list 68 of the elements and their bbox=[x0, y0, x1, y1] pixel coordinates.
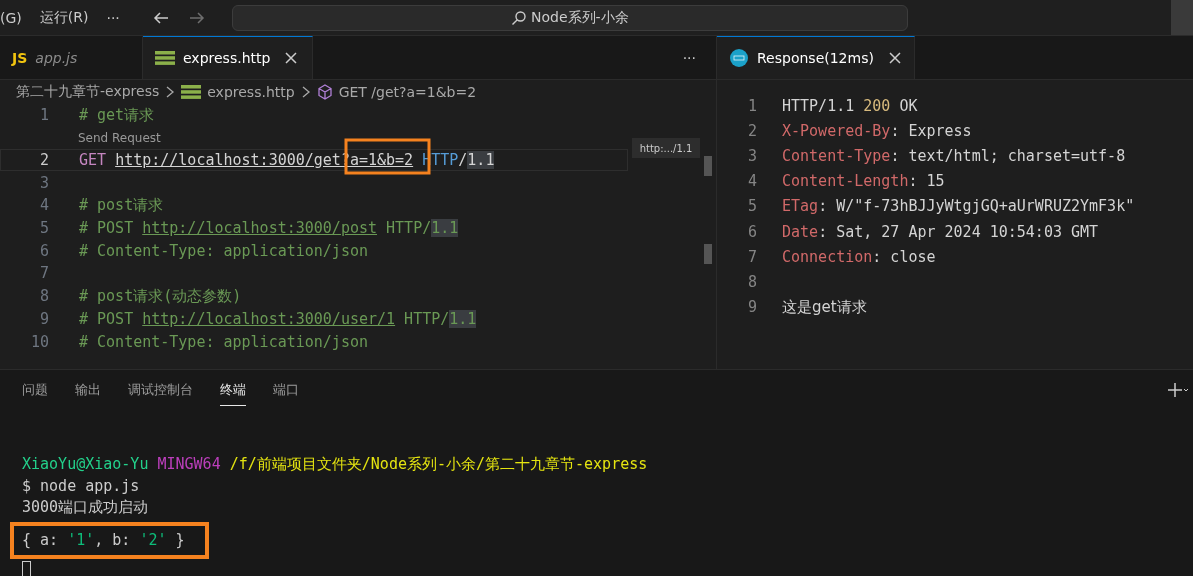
response-line: 这是get请求 bbox=[782, 297, 867, 317]
line-number: 7 bbox=[38, 264, 49, 283]
search-field[interactable]: Node系列-小余 bbox=[231, 4, 908, 31]
line-number: 4 bbox=[38, 196, 49, 215]
cube-icon bbox=[316, 84, 333, 100]
scrollbar-thumb[interactable] bbox=[704, 244, 712, 264]
breadcrumb-folder[interactable]: 第二十九章节-express bbox=[16, 83, 160, 101]
line-number: 6 bbox=[38, 241, 49, 260]
line-number: 3 bbox=[746, 146, 757, 165]
code-line: # Content-Type: application/json bbox=[79, 331, 368, 352]
panel-tab[interactable]: 输出 bbox=[75, 374, 101, 406]
close-icon[interactable] bbox=[284, 51, 299, 65]
code-line: # POST http://localhost:3000/user/1 HTTP/1.1 bbox=[79, 308, 477, 329]
breadcrumb-file[interactable]: express.http bbox=[207, 84, 295, 100]
line-number: 2 bbox=[38, 151, 49, 170]
line-number: 1 bbox=[746, 96, 757, 115]
code-line: # POST http://localhost:3000/post HTTP/1.1 bbox=[79, 218, 459, 239]
send-request-link[interactable]: Send Request bbox=[78, 130, 161, 145]
line-number: 2 bbox=[746, 121, 757, 140]
chevron-right-icon bbox=[300, 86, 311, 98]
code-line: # Content-Type: application/json bbox=[79, 240, 368, 261]
panel-tab[interactable]: 问题 bbox=[22, 374, 48, 406]
response-tab[interactable]: Response(12ms) bbox=[717, 36, 915, 79]
code-line: # post请求 bbox=[79, 195, 164, 216]
menu-item[interactable]: (G) bbox=[0, 9, 22, 26]
minimap-hint: http:.../1.1 bbox=[632, 138, 700, 158]
line-number: 3 bbox=[38, 173, 49, 192]
chevron-right-icon bbox=[165, 86, 176, 98]
scrollbar-thumb[interactable] bbox=[704, 156, 712, 176]
plus-icon[interactable] bbox=[1167, 381, 1189, 399]
js-file-icon: JS bbox=[12, 50, 28, 66]
editor-tab[interactable]: express.http bbox=[143, 36, 313, 79]
panel-tab[interactable]: 端口 bbox=[273, 374, 299, 406]
line-number: 8 bbox=[38, 287, 49, 306]
line-number: 9 bbox=[38, 309, 49, 328]
terminal-cursor bbox=[22, 561, 31, 576]
response-line: ETag: W/"f-73hBJJyWtgjGQ+aUrWRUZ2YmF3k" bbox=[782, 197, 1135, 216]
breadcrumb-symbol[interactable]: GET /get?a=1&b=2 bbox=[338, 84, 477, 100]
line-number: 10 bbox=[29, 332, 49, 351]
terminal-line: $ node app.js bbox=[22, 475, 140, 497]
circle-logo-icon bbox=[729, 48, 749, 68]
line-number: 5 bbox=[746, 197, 757, 216]
terminal-line: 3000端口成功启动 bbox=[22, 497, 149, 518]
response-line: Date: Sat, 27 Apr 2024 10:54:03 GMT bbox=[782, 222, 1099, 241]
close-icon[interactable] bbox=[887, 51, 902, 65]
code-line: # post请求(动态参数) bbox=[79, 286, 242, 307]
panel-tab[interactable]: 调试控制台 bbox=[128, 374, 193, 406]
response-line: HTTP/1.1 200 OK bbox=[782, 96, 918, 115]
code-line: # get请求 bbox=[79, 105, 155, 126]
file-lines-icon bbox=[155, 50, 175, 66]
search-icon bbox=[511, 9, 527, 26]
line-number: 5 bbox=[38, 219, 49, 238]
response-line: Content-Type: text/html; charset=utf-8 bbox=[782, 146, 1126, 165]
line-number: 8 bbox=[746, 272, 757, 291]
line-number: 1 bbox=[38, 106, 49, 125]
more-actions-button[interactable]: ··· bbox=[662, 49, 716, 66]
panel-tab[interactable]: 终端 bbox=[220, 374, 246, 406]
line-number: 6 bbox=[746, 222, 757, 241]
terminal-line: XiaoYu@Xiao-Yu MINGW64 /f/前端项目文件夹/Node系列-小余/第二十九章节-express bbox=[22, 454, 648, 475]
line-number: 4 bbox=[746, 172, 757, 191]
line-number: 7 bbox=[746, 247, 757, 266]
file-lines-icon bbox=[181, 84, 202, 100]
more-menu[interactable]: ··· bbox=[106, 9, 120, 26]
line-number: 9 bbox=[746, 298, 757, 317]
menu-item[interactable]: 运行(R) bbox=[39, 8, 89, 27]
response-line: X-Powered-By: Express bbox=[782, 121, 972, 140]
response-line: Connection: close bbox=[782, 247, 936, 266]
response-line: Content-Length: 15 bbox=[782, 172, 945, 191]
